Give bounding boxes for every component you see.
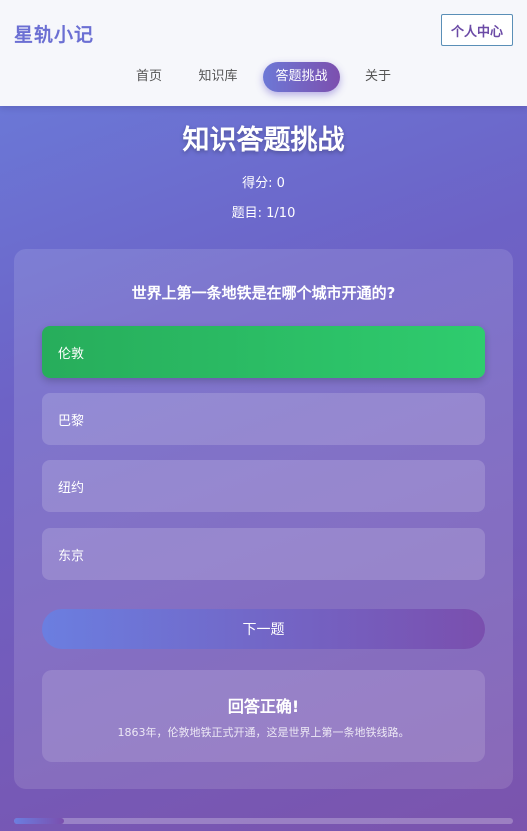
page-title: 知识答题挑战 [182,125,345,156]
nav-item-quiz[interactable]: 答题挑战 [263,62,340,92]
option-label: 纽约 [58,480,85,496]
header: 星轨小记 个人中心 首页 知识库 答题挑战 关于 [0,0,527,106]
feedback-text: 1863年，伦敦地铁正式开通，这是世界上第一条地铁线路。 [117,726,410,739]
option-b[interactable]: 巴黎 [42,393,485,445]
option-d[interactable]: 东京 [42,528,485,580]
main-nav: 首页 知识库 答题挑战 关于 [0,62,527,92]
next-question-button[interactable]: 下一题 [42,609,485,649]
score-label: 得分: 0 [242,176,285,191]
option-label: 伦敦 [58,346,85,362]
question-counter: 题目: 1/10 [231,206,296,221]
option-label: 巴黎 [58,413,85,429]
profile-button[interactable]: 个人中心 [441,14,513,46]
app-logo[interactable]: 星轨小记 [14,20,94,47]
nav-item-knowledge[interactable]: 知识库 [190,62,246,92]
nav-item-home[interactable]: 首页 [124,62,174,92]
nav-item-about[interactable]: 关于 [356,62,400,92]
option-a[interactable]: 伦敦 [42,326,485,378]
progress-bar [14,818,513,824]
progress-bar-fill [14,818,64,824]
question-text: 世界上第一条地铁是在哪个城市开通的? [131,284,396,302]
option-label: 东京 [58,548,85,564]
feedback-title: 回答正确! [227,697,300,716]
option-c[interactable]: 纽约 [42,460,485,512]
